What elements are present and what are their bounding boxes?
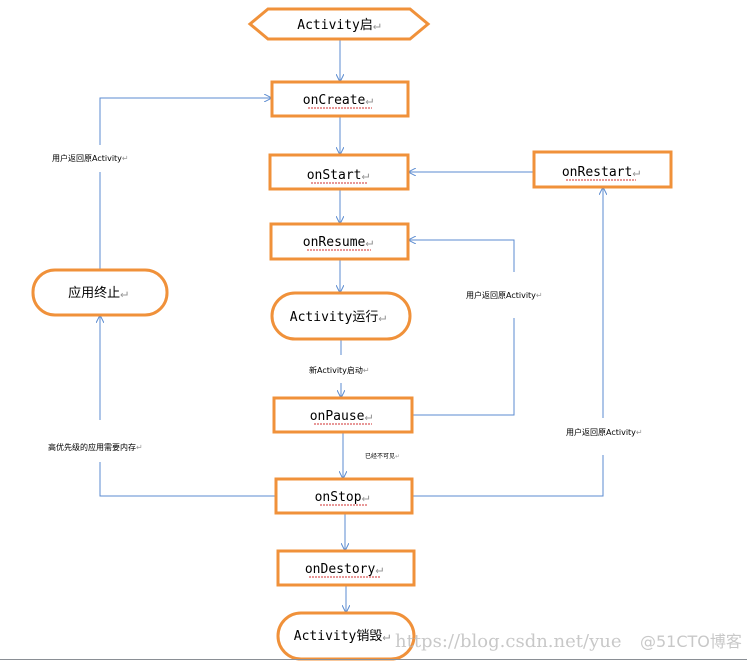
paragraph-mark-icon: ↵ xyxy=(373,18,381,33)
paragraph-mark-icon: ↵ xyxy=(395,453,400,460)
node-onpause-label: onPause↵ xyxy=(310,409,373,424)
paragraph-mark-icon: ↵ xyxy=(636,428,643,437)
paragraph-mark-icon: ↵ xyxy=(362,490,370,505)
label-return-right: 用户返回原Activity↵ xyxy=(566,427,643,437)
node-onresume-label: onResume↵ xyxy=(303,235,374,250)
node-ondestroy-label: onDestory↵ xyxy=(305,562,383,577)
watermark-url: https://blog.csdn.net/yue xyxy=(395,631,622,652)
paragraph-mark-icon: ↵ xyxy=(378,310,386,325)
arrow-killed-oncreate-b xyxy=(99,98,271,145)
arrow-onpause-onresume-b xyxy=(409,240,515,272)
paragraph-mark-icon: ↵ xyxy=(536,291,543,300)
arrow-onpause-onresume-a xyxy=(412,318,515,416)
paragraph-mark-icon: ↵ xyxy=(361,168,369,183)
arrow-onstop-killed-a xyxy=(99,462,276,497)
paragraph-mark-icon: ↵ xyxy=(365,235,373,250)
label-invisible: 已经不可见↵ xyxy=(365,452,400,460)
paragraph-mark-icon: ↵ xyxy=(632,165,640,180)
node-onrestart-label: onRestart↵ xyxy=(562,165,640,180)
paragraph-mark-icon: ↵ xyxy=(365,93,373,108)
label-high-priority: 高优先级的应用需要内存↵ xyxy=(48,442,143,452)
node-running-label: Activity运行↵ xyxy=(290,310,387,325)
node-onstop-label: onStop↵ xyxy=(315,490,370,505)
activity-lifecycle-diagram: Activity启↵ onCreate↵ onStart↵ onRestart↵… xyxy=(0,0,747,661)
paragraph-mark-icon: ↵ xyxy=(363,366,370,375)
arrow-onstop-onrestart-a xyxy=(412,455,604,497)
paragraph-mark-icon: ↵ xyxy=(122,154,129,163)
node-onstart-label: onStart↵ xyxy=(307,168,370,183)
node-start-label: Activity启↵ xyxy=(297,18,381,33)
label-new-activity: 新Activity启动↵ xyxy=(309,365,370,375)
paragraph-mark-icon: ↵ xyxy=(375,562,383,577)
paragraph-mark-icon: ↵ xyxy=(120,286,128,301)
paragraph-mark-icon: ↵ xyxy=(364,409,372,424)
label-return-left: 用户返回原Activity↵ xyxy=(52,153,129,163)
node-destroyed-label: Activity销毁↵ xyxy=(294,629,391,644)
watermark-site: @51CTO博客 xyxy=(640,632,742,651)
paragraph-mark-icon: ↵ xyxy=(382,629,390,644)
paragraph-mark-icon: ↵ xyxy=(136,443,143,452)
diagram-canvas: Activity启↵ onCreate↵ onStart↵ onRestart↵… xyxy=(0,7,747,661)
node-killed-label: 应用终止↵ xyxy=(68,285,128,301)
node-oncreate-label: onCreate↵ xyxy=(303,93,374,108)
label-return-middle: 用户返回原Activity↵ xyxy=(466,290,543,300)
